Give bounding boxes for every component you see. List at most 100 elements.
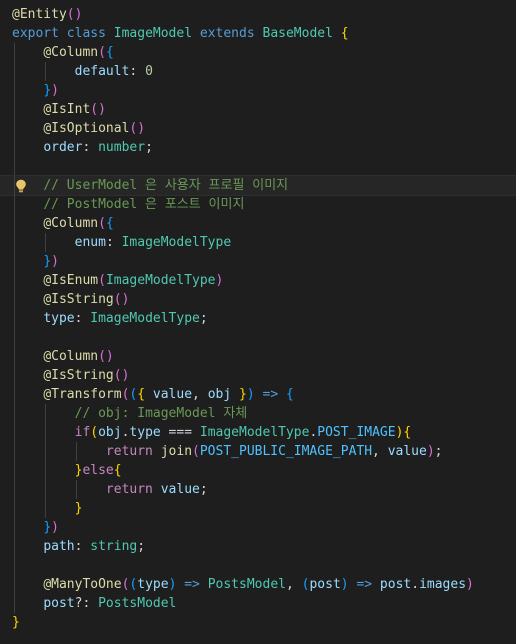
code-token: } <box>74 501 83 516</box>
code-token: ( <box>98 45 106 60</box>
code-line[interactable]: return join(POST_PUBLIC_IMAGE_PATH, valu… <box>0 442 516 461</box>
code-line[interactable]: @Column({ <box>0 214 516 233</box>
code-line[interactable]: @Transform(({ value, obj }) => { <box>0 385 516 404</box>
code-line[interactable]: enum: ImageModelType <box>0 233 516 252</box>
code-line[interactable]: @IsString() <box>0 290 516 309</box>
code-text: }else{ <box>12 461 122 480</box>
code-text: }) <box>12 81 59 100</box>
code-line[interactable] <box>0 556 516 575</box>
code-token: value <box>387 444 427 459</box>
code-token: => <box>184 577 200 592</box>
code-line[interactable]: if(obj.type === ImageModelType.POST_IMAG… <box>0 423 516 442</box>
code-line[interactable]: @IsInt() <box>0 100 516 119</box>
code-text: // UserModel 은 사용자 프로필 이미지 <box>12 176 288 195</box>
code-line[interactable]: return value; <box>0 480 516 499</box>
code-token: // PostModel 은 포스트 이미지 <box>43 197 245 212</box>
code-token: { <box>285 387 294 402</box>
code-text: } <box>12 613 20 632</box>
code-token: value <box>160 482 200 497</box>
code-text: }) <box>12 518 59 537</box>
code-line[interactable]: @ManyToOne((type) => PostsModel, (post) … <box>0 575 516 594</box>
code-line[interactable]: @IsString() <box>0 366 516 385</box>
code-token: enum <box>74 235 106 250</box>
code-line[interactable]: }else{ <box>0 461 516 480</box>
code-token: === <box>160 425 200 440</box>
code-text: if(obj.type === ImageModelType.POST_IMAG… <box>12 423 412 442</box>
code-token: => <box>262 387 279 402</box>
code-token: @IsEnum <box>43 273 99 288</box>
code-token: () <box>113 368 130 383</box>
code-line[interactable]: } <box>0 499 516 518</box>
code-token: : <box>105 235 122 250</box>
code-line[interactable]: @Entity() <box>0 5 516 24</box>
code-line[interactable]: @Column({ <box>0 43 516 62</box>
code-token: ) <box>51 83 59 98</box>
code-line[interactable]: }) <box>0 518 516 537</box>
code-line[interactable]: }) <box>0 252 516 271</box>
code-line[interactable]: post?: PostsModel <box>0 594 516 613</box>
code-token: class <box>66 26 106 41</box>
code-token: ) <box>466 577 474 592</box>
code-token: : <box>129 64 146 79</box>
code-token: ; <box>434 444 443 459</box>
code-token: () <box>90 102 106 117</box>
code-text: }) <box>12 252 59 271</box>
code-line[interactable]: order: number; <box>0 138 516 157</box>
code-line[interactable]: }) <box>0 81 516 100</box>
code-token: ImageModel <box>113 26 193 41</box>
current-code-line[interactable]: // UserModel 은 사용자 프로필 이미지 <box>0 175 516 196</box>
code-token: default <box>74 64 130 79</box>
code-text: @IsString() <box>12 290 129 309</box>
code-token: // UserModel 은 사용자 프로필 이미지 <box>43 178 289 193</box>
code-line[interactable]: default: 0 <box>0 62 516 81</box>
code-token: export <box>12 26 59 41</box>
code-line[interactable]: export class ImageModel extends BaseMode… <box>0 24 516 43</box>
code-editor[interactable]: @Entity() export class ImageModel extends… <box>0 5 516 632</box>
code-token: ?: <box>74 596 99 611</box>
code-token: ) <box>426 444 435 459</box>
code-token: 0 <box>145 64 153 79</box>
code-line[interactable]: type: ImageModelType; <box>0 309 516 328</box>
code-token: @Entity <box>12 7 67 22</box>
code-token: => <box>356 577 373 592</box>
code-token: ImageModelType <box>105 273 216 288</box>
code-text: path: string; <box>12 537 145 556</box>
code-token: @IsString <box>43 292 114 307</box>
code-token: BaseModel <box>262 26 333 41</box>
code-token: } <box>43 83 52 98</box>
code-token: PostsModel <box>98 596 177 611</box>
code-token: ) <box>51 254 59 269</box>
code-line[interactable]: @IsEnum(ImageModelType) <box>0 271 516 290</box>
code-line[interactable]: // obj: ImageModel 자체 <box>0 404 516 423</box>
code-line[interactable]: @Column() <box>0 347 516 366</box>
code-token: } <box>43 254 52 269</box>
code-token: @IsString <box>43 368 114 383</box>
code-line[interactable]: // PostModel 은 포스트 이미지 <box>0 195 516 214</box>
code-text: default: 0 <box>12 62 153 81</box>
code-line[interactable] <box>0 328 516 347</box>
code-line[interactable] <box>0 157 516 176</box>
code-line[interactable]: } <box>0 613 516 632</box>
code-line[interactable]: path: string; <box>0 537 516 556</box>
code-token: , <box>285 577 302 592</box>
code-token: obj <box>98 425 122 440</box>
code-token: post <box>309 577 341 592</box>
code-text: return value; <box>12 480 208 499</box>
code-token: } <box>12 615 20 630</box>
code-line[interactable]: @IsOptional() <box>0 119 516 138</box>
